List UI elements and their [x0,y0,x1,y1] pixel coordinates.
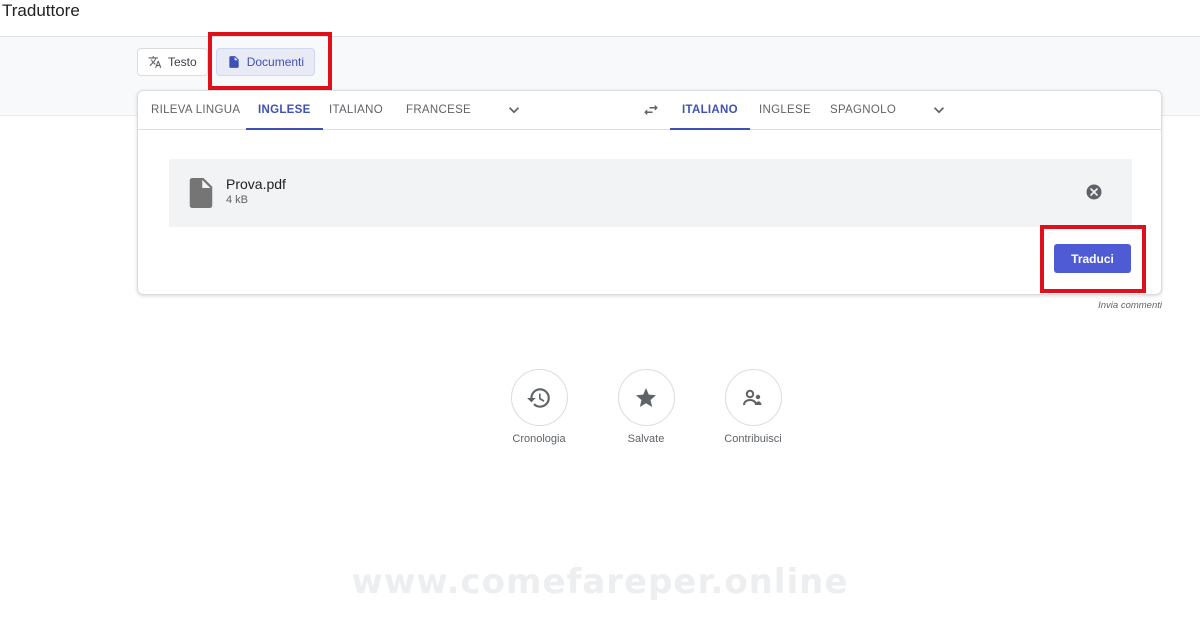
file-icon [189,178,213,208]
source-lang-detect[interactable]: RILEVA LINGUA [151,91,240,129]
remove-file-button[interactable] [1083,181,1105,203]
star-icon [636,387,656,407]
tab-testo[interactable]: Testo [137,48,208,76]
source-lang-francese[interactable]: FRANCESE [406,91,471,129]
close-circle-icon [1086,184,1102,200]
watermark: www.comefareper.online [351,562,849,602]
send-feedback-link[interactable]: Invia commenti [1098,300,1162,311]
file-name: Prova.pdf [226,176,286,192]
language-bar: RILEVA LINGUA INGLESE ITALIANO FRANCESE … [138,91,1161,130]
translator-card: RILEVA LINGUA INGLESE ITALIANO FRANCESE … [137,90,1162,295]
source-more-languages-button[interactable] [502,98,526,122]
target-lang-italiano[interactable]: ITALIANO [670,91,750,130]
target-lang-inglese[interactable]: INGLESE [759,91,811,129]
history-icon [527,387,550,408]
community-icon [743,389,762,405]
uploaded-file: Prova.pdf 4 kB [169,159,1132,227]
target-more-languages-button[interactable] [927,98,951,122]
history-button[interactable] [510,369,568,426]
shortcut-salvate-label: Salvate [627,433,665,445]
shortcut-cronologia[interactable]: Cronologia [494,369,584,445]
chevron-down-icon [934,107,944,114]
contribute-button[interactable] [724,369,782,426]
source-lang-italiano[interactable]: ITALIANO [329,91,383,129]
tab-testo-label: Testo [168,55,197,69]
app-title: Traduttore [2,1,80,20]
file-size: 4 kB [226,194,249,206]
saved-button[interactable] [617,369,675,426]
shortcut-salvate[interactable]: Salvate [601,369,691,445]
target-lang-spagnolo[interactable]: SPAGNOLO [830,91,896,129]
shortcut-cronologia-label: Cronologia [512,433,566,445]
translate-icon [148,56,162,68]
highlight-box-documenti [208,32,332,90]
shortcut-contribuisci-label: Contribuisci [724,433,782,445]
chevron-down-icon [509,107,519,114]
swap-languages-button[interactable] [639,98,663,122]
source-lang-inglese[interactable]: INGLESE [246,91,323,130]
highlight-box-traduci [1040,225,1146,293]
swap-icon [644,104,658,116]
shortcut-contribuisci[interactable]: Contribuisci [708,369,798,445]
